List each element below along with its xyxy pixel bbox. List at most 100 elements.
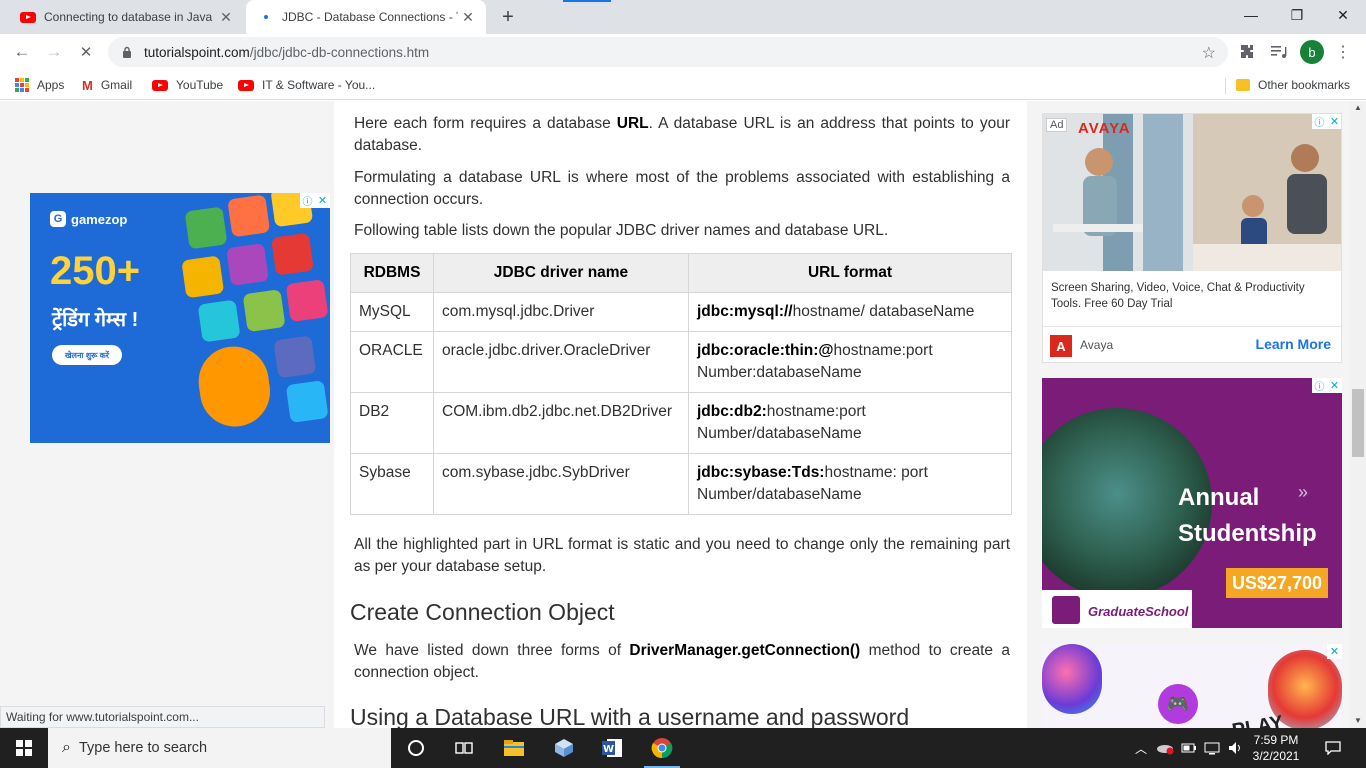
bubble-art — [1042, 644, 1102, 714]
tab-strip: Connecting to database in Java M ✕ JDBC … — [0, 0, 1366, 34]
cortana-icon[interactable] — [392, 728, 440, 768]
bookmark-apps[interactable]: Apps — [15, 76, 64, 94]
chrome-icon[interactable] — [638, 728, 686, 768]
ad-close-icon[interactable]: ✕ — [315, 193, 330, 208]
cell-url: jdbc:mysql://hostname/ databaseName — [688, 292, 1012, 332]
paragraph-database-url: Here each form requires a database URL. … — [354, 115, 1010, 154]
address-bar[interactable]: tutorialspoint.com/jdbc/jdbc-db-connecti… — [108, 37, 1228, 67]
avaya-logo-icon: A — [1050, 335, 1072, 357]
loading-icon — [258, 9, 274, 25]
cell-driver: oracle.jdbc.driver.OracleDriver — [433, 331, 689, 393]
word-icon[interactable]: W — [588, 728, 636, 768]
studentship-ad[interactable]: » Annual Studentship US$27,700 GraduateS… — [1042, 378, 1342, 628]
bookmark-it-software[interactable]: IT & Software - You... — [238, 76, 375, 94]
bookmarks-divider — [1225, 78, 1226, 94]
extensions-icon[interactable] — [1233, 38, 1261, 66]
clock-date: 3/2/2021 — [1252, 749, 1300, 763]
volume-icon[interactable] — [1226, 728, 1244, 768]
cell-driver: com.mysql.jdbc.Driver — [433, 292, 689, 332]
maximize-button[interactable]: ❐ — [1274, 0, 1320, 30]
tab-youtube[interactable]: Connecting to database in Java M ✕ — [8, 0, 244, 34]
game-ad[interactable]: 🎮 PLAY ✕ — [1042, 644, 1342, 728]
taskbar-search[interactable]: ⌕ Type here to search — [48, 728, 391, 768]
cell-url: jdbc:db2:hostname:port Number/databaseNa… — [688, 392, 1012, 454]
gamezop-play-button[interactable]: खेलना शुरू करें — [52, 345, 122, 365]
minimize-button[interactable]: — — [1228, 0, 1274, 30]
table-row: MySQL com.mysql.jdbc.Driver jdbc:mysql:/… — [350, 292, 1012, 332]
ad-play-text: PLAY — [1230, 711, 1285, 728]
back-button[interactable]: ← — [8, 38, 36, 66]
close-tab-icon[interactable]: ✕ — [458, 7, 478, 27]
ad-close-icon[interactable]: ✕ — [1327, 378, 1342, 393]
ad-info-icon[interactable]: ⓘ — [1312, 378, 1327, 393]
avaya-description: Screen Sharing, Video, Voice, Chat & Pro… — [1051, 282, 1305, 310]
bookmark-gmail[interactable]: M Gmail — [82, 76, 132, 94]
notifications-icon[interactable] — [1318, 728, 1348, 768]
media-control-icon[interactable] — [1265, 38, 1293, 66]
bookmark-youtube[interactable]: YouTube — [152, 76, 223, 94]
bookmark-label: YouTube — [176, 78, 224, 92]
battery-icon[interactable] — [1180, 728, 1198, 768]
gamezop-logo: Ggamezop — [50, 211, 127, 227]
bookmarks-bar: Apps M Gmail YouTube IT & Software - You… — [0, 70, 1366, 100]
heading-using-url: Using a Database URL with a username and… — [350, 704, 910, 729]
lock-icon[interactable] — [120, 45, 134, 59]
show-hidden-icons-chevron[interactable]: ︿ — [1132, 728, 1150, 768]
scroll-down-icon[interactable]: ▼ — [1350, 714, 1366, 726]
ad-photo — [1043, 114, 1341, 271]
file-explorer-icon[interactable] — [490, 728, 538, 768]
stop-loading-button[interactable]: ✕ — [72, 38, 100, 66]
forward-button[interactable]: → — [40, 38, 68, 66]
table-header-row: RDBMS JDBC driver name URL format — [350, 253, 1012, 293]
ad-close-icon[interactable]: ✕ — [1327, 114, 1341, 129]
app-cube-icon[interactable] — [540, 728, 588, 768]
url-host: tutorialspoint.com — [144, 44, 250, 60]
gamepad-icon: 🎮 — [1158, 684, 1198, 724]
paragraph-highlighted: All the highlighted part in URL format i… — [354, 536, 1010, 575]
close-window-button[interactable]: ✕ — [1320, 0, 1366, 30]
avaya-footer: A Avaya Learn More — [1043, 326, 1341, 362]
new-tab-button[interactable]: + — [496, 5, 520, 29]
learn-more-button[interactable]: Learn More — [1256, 336, 1331, 352]
cell-rdbms: MySQL — [350, 292, 434, 332]
bookmark-star-icon[interactable]: ☆ — [1202, 43, 1216, 63]
ad-info-icon[interactable]: ⓘ — [300, 193, 315, 208]
system-clock[interactable]: 7:59 PM 3/2/2021 — [1244, 732, 1308, 764]
tab-jdbc[interactable]: JDBC - Database Connections - T ✕ — [246, 0, 486, 34]
gmail-icon: M — [82, 77, 93, 93]
profile-avatar[interactable]: b — [1300, 40, 1324, 64]
close-tab-icon[interactable]: ✕ — [216, 7, 236, 27]
graduate-school-logo: GraduateSchool — [1088, 604, 1189, 619]
gamezop-subtitle: ट्रेंडिंग गेम्स ! — [52, 309, 139, 331]
bookmark-label: Other bookmarks — [1258, 78, 1351, 92]
scrollbar-thumb[interactable] — [1352, 389, 1364, 457]
onedrive-error-icon[interactable] — [1154, 728, 1176, 768]
gamezop-ad[interactable]: Ggamezop 250+ ट्रेंडिंग गेम्स ! खेलना शु… — [30, 193, 330, 443]
jdbc-driver-table: RDBMS JDBC driver name URL format MySQL … — [350, 253, 1012, 515]
header-rdbms: RDBMS — [350, 253, 434, 293]
network-icon[interactable] — [1202, 728, 1222, 768]
menu-kebab-icon[interactable]: ⋮ — [1329, 38, 1357, 66]
windows-logo-icon — [16, 740, 32, 756]
apps-grid-icon — [15, 78, 29, 92]
bookmark-label: IT & Software - You... — [262, 78, 376, 92]
table-row: Sybase com.sybase.jdbc.SybDriver jdbc:sy… — [350, 453, 1012, 515]
heading-create-connection: Create Connection Object — [350, 599, 615, 625]
scroll-up-icon[interactable]: ▲ — [1350, 101, 1366, 113]
ad-close-icon[interactable]: ✕ — [1327, 644, 1342, 659]
task-view-icon[interactable] — [440, 728, 488, 768]
bookmark-label: Gmail — [100, 78, 133, 92]
search-icon: ⌕ — [62, 739, 71, 756]
school-banner: GraduateSchool — [1042, 590, 1192, 628]
start-button[interactable] — [0, 728, 48, 768]
other-bookmarks[interactable]: Other bookmarks — [1236, 76, 1350, 94]
ad-headline-line2: Studentship — [1178, 520, 1317, 547]
avaya-ad[interactable]: Ad AVAYA ⓘ ✕ Screen Sharing, Video, Voic… — [1042, 113, 1342, 363]
ad-headline-line1: Annual — [1178, 484, 1260, 511]
chevron-right-icon: » — [1298, 482, 1309, 502]
cell-rdbms: Sybase — [350, 453, 434, 515]
ad-info-icon[interactable]: ⓘ — [1312, 114, 1327, 129]
game-tiles-image — [163, 193, 330, 443]
cell-rdbms: ORACLE — [350, 331, 434, 393]
cell-driver: COM.ibm.db2.jdbc.net.DB2Driver — [433, 392, 689, 454]
